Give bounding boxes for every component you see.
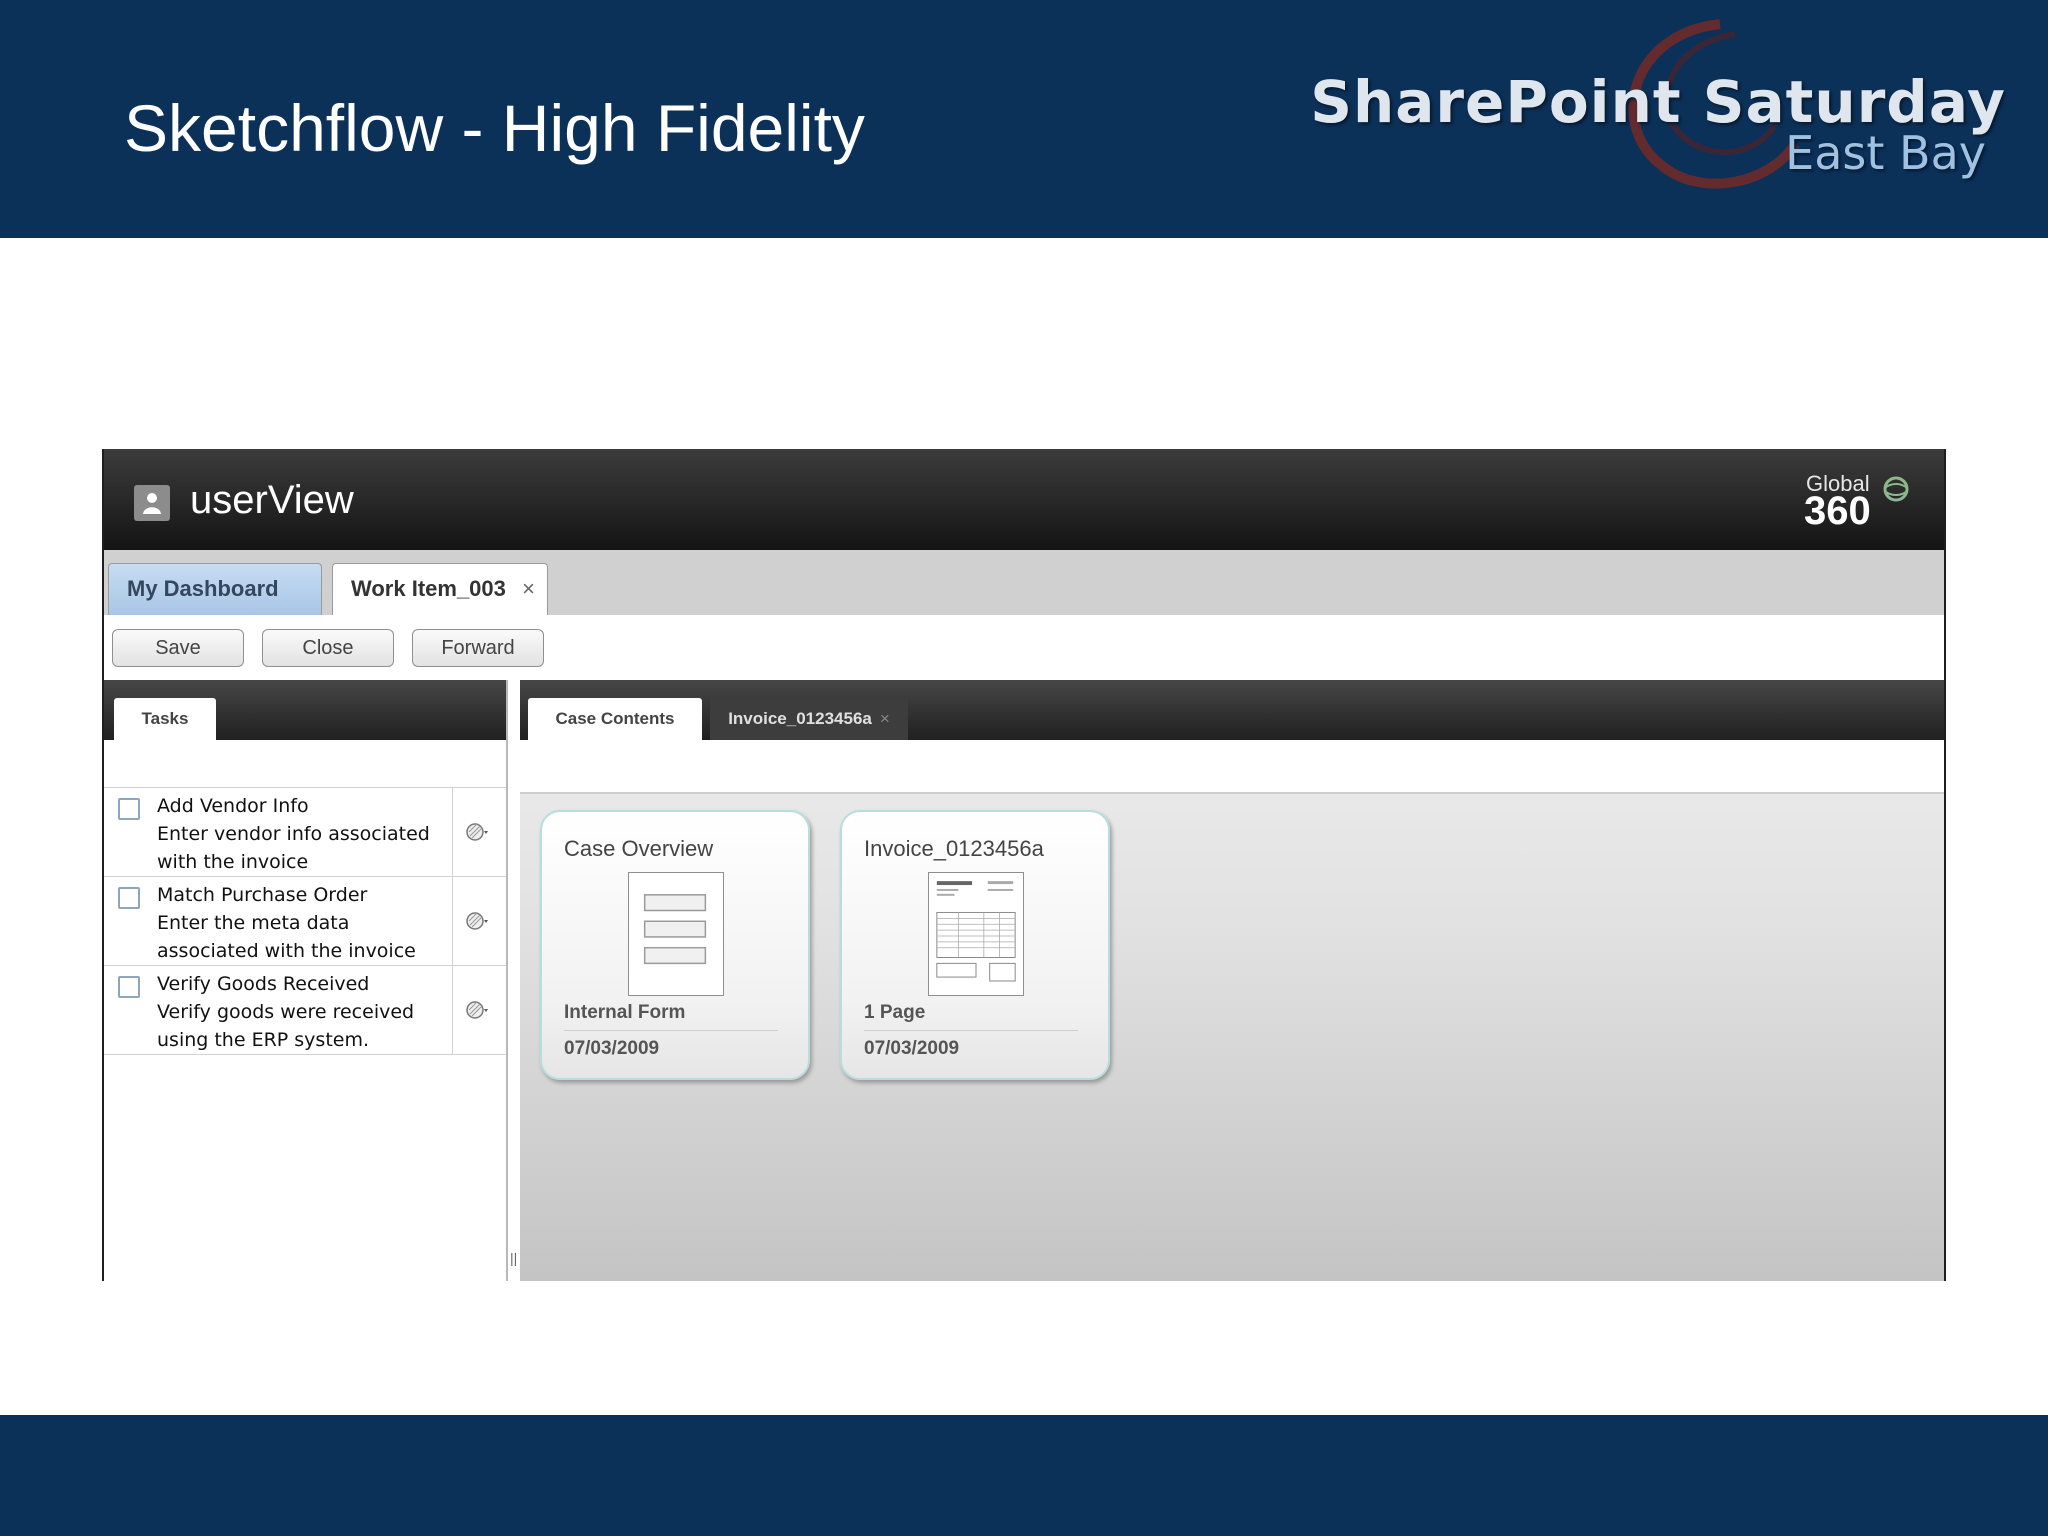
document-tab-bar: My Dashboard Work Item_003 × (104, 550, 1944, 616)
document-card-invoice[interactable]: Invoice_0123456a 1 Page 07/03/2009 (840, 810, 1110, 1080)
tasks-panel: Tasks Add Vendor Info Enter vendor info … (104, 680, 506, 1281)
slide-header: Sketchflow - High Fidelity SharePoint Sa… (0, 0, 2048, 238)
slide-title: Sketchflow - High Fidelity (124, 91, 865, 165)
card-date: 07/03/2009 (864, 1038, 960, 1059)
task-menu-icon[interactable] (466, 999, 488, 1021)
tab-my-dashboard[interactable]: My Dashboard (108, 563, 322, 615)
tab-work-item-label: Work Item_003 (351, 576, 506, 601)
user-icon (134, 485, 170, 521)
task-menu-icon[interactable] (466, 910, 488, 932)
brand-line2: East Bay (1785, 126, 1986, 180)
list-item: Add Vendor Info Enter vendor info associ… (104, 788, 506, 877)
vendor-logo: Global 360 (1804, 471, 1914, 533)
list-item: Match Purchase Order Enter the meta data… (104, 877, 506, 966)
case-contents-panel: Case Contents Invoice_0123456a × Case Ove… (520, 680, 1944, 1281)
brand-logo: SharePoint Saturday East Bay (1310, 14, 2020, 204)
close-icon[interactable]: × (880, 709, 890, 728)
list-item: Verify Goods Received Verify goods were … (104, 966, 506, 1055)
tab-invoice-label: Invoice_0123456a (728, 709, 872, 728)
save-button[interactable]: Save (112, 629, 244, 667)
task-checkbox[interactable] (118, 798, 140, 820)
task-title: Match Purchase Order (157, 884, 368, 906)
task-menu-icon[interactable] (466, 821, 488, 843)
task-divider (452, 877, 453, 965)
tab-tasks[interactable]: Tasks (114, 698, 216, 740)
invoice-thumbnail (928, 872, 1024, 996)
card-type: Internal Form (564, 1002, 778, 1031)
tab-my-dashboard-label: My Dashboard (127, 576, 279, 601)
task-title: Add Vendor Info (157, 795, 309, 817)
tab-work-item[interactable]: Work Item_003 × (332, 563, 548, 616)
app-name: userView (190, 478, 354, 522)
tab-invoice[interactable]: Invoice_0123456a × (710, 698, 908, 740)
task-description: Verify goods were received using the ERP… (157, 1001, 415, 1051)
tab-case-contents[interactable]: Case Contents (528, 698, 702, 740)
card-type: 1 Page (864, 1002, 1078, 1031)
document-card-case-overview[interactable]: Case Overview Internal Form 07/03/2009 (540, 810, 810, 1080)
task-description: Enter vendor info associated with the in… (157, 823, 430, 873)
task-divider (452, 966, 453, 1054)
forward-button[interactable]: Forward (412, 629, 544, 667)
task-divider (452, 788, 453, 876)
vendor-logo-number: 360 (1804, 489, 1871, 533)
close-button[interactable]: Close (262, 629, 394, 667)
task-list: Add Vendor Info Enter vendor info associ… (104, 787, 506, 1055)
card-date: 07/03/2009 (564, 1038, 660, 1059)
close-icon[interactable]: × (522, 564, 535, 614)
tasks-panel-header: Tasks (104, 680, 506, 740)
splitter-grip-icon[interactable]: || (510, 1250, 517, 1266)
task-title: Verify Goods Received (157, 973, 370, 995)
task-checkbox[interactable] (118, 887, 140, 909)
card-title: Invoice_0123456a (864, 836, 1044, 861)
task-checkbox[interactable] (118, 976, 140, 998)
slide-footer (0, 1415, 2048, 1536)
case-panel-header: Case Contents Invoice_0123456a × (520, 680, 1944, 740)
form-thumbnail (628, 872, 724, 996)
app-window: userView Global 360 My Dashboard Work It… (102, 449, 1946, 1281)
panel-splitter[interactable]: || (506, 680, 520, 1281)
globe-icon (1883, 476, 1909, 502)
card-title: Case Overview (564, 836, 714, 861)
app-titlebar: userView Global 360 (104, 449, 1944, 550)
action-toolbar: Save Close Forward (104, 615, 1944, 680)
task-description: Enter the meta data associated with the … (157, 912, 416, 962)
content-toolbar-strip (520, 740, 1944, 794)
